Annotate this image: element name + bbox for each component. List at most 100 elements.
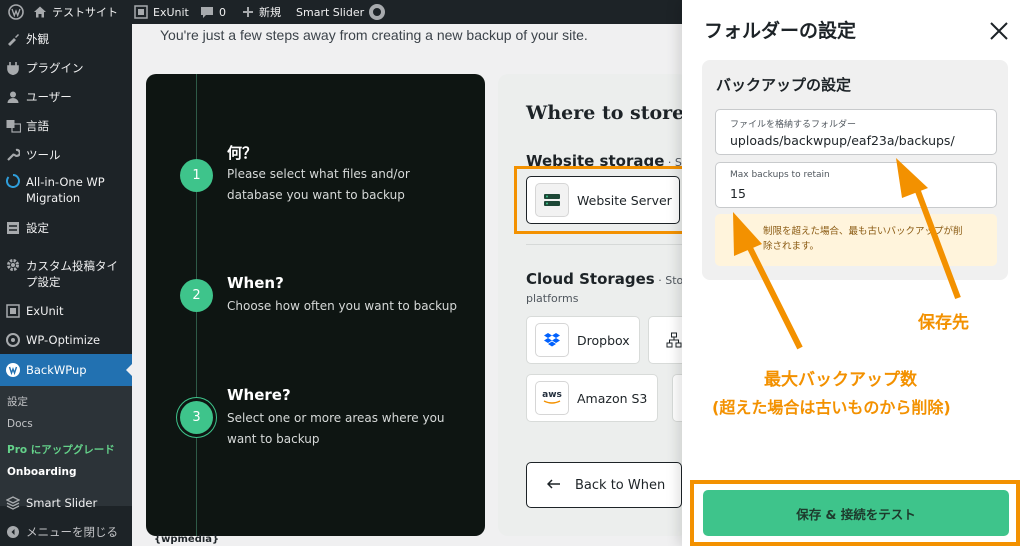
step-title: When? — [227, 274, 284, 292]
comment-icon — [200, 5, 214, 19]
submenu-onboarding[interactable]: Onboarding — [7, 466, 77, 478]
sidebar-item-label: 言語 — [26, 119, 49, 133]
language-icon — [0, 119, 26, 133]
comments-count: 0 — [219, 5, 226, 19]
sidebar-item-backwpup[interactable]: BackWPup — [0, 354, 133, 386]
steps-panel: 1 何？ Please select what files and/or dat… — [146, 74, 485, 536]
sidebar-item-label: 外観 — [26, 32, 49, 46]
migration-icon — [0, 174, 26, 188]
collapse-menu-button[interactable]: メニューを閉じる — [0, 521, 132, 543]
dropbox-label: Dropbox — [577, 332, 630, 348]
exunit-icon — [0, 304, 26, 318]
dropbox-option[interactable]: Dropbox — [526, 316, 640, 364]
sidebar-item-language[interactable]: 言語 — [0, 115, 132, 137]
sidebar-item-migration[interactable]: All-in-One WP Migration — [0, 172, 132, 210]
backwpup-submenu: 設定 Docs Pro にアップグレード Onboarding — [0, 386, 132, 506]
step-title: 何？ — [227, 144, 258, 162]
sidebar-item-label: ExUnit — [26, 304, 64, 318]
sidebar-item-plugins[interactable]: プラグイン — [0, 57, 132, 79]
sidebar-item-custom-post-type[interactable]: カスタム投稿タイプ設定 — [0, 256, 132, 294]
comments-link[interactable]: 0 — [200, 0, 226, 24]
retention-note: 制限を超えた場合、最も古いバックアップが削 除されます。 — [715, 214, 997, 266]
step-number-badge-active: 3 — [180, 401, 213, 434]
submenu-docs[interactable]: Docs — [7, 418, 33, 430]
new-content-link[interactable]: 新規 — [242, 0, 281, 24]
step-number-badge: 1 — [180, 159, 213, 192]
max-backups-label: Max backups to retain — [730, 170, 830, 180]
amazon-s3-label: Amazon S3 — [577, 390, 648, 406]
plugins-icon — [0, 61, 26, 75]
divider — [526, 244, 688, 245]
backup-settings-card: バックアップの設定 ファイルを格納するフォルダー Max backups to … — [702, 60, 1008, 280]
exunit-label: ExUnit — [153, 5, 189, 19]
folder-field[interactable]: ファイルを格納するフォルダー — [715, 109, 997, 155]
back-to-when-label: Back to When — [575, 477, 666, 493]
step-title: Where? — [227, 386, 291, 404]
highlight-website-server — [514, 166, 690, 234]
slider-icon — [0, 496, 26, 510]
sidebar-item-appearance[interactable]: 外観 — [0, 28, 132, 50]
sidebar-item-label: BackWPup — [26, 363, 87, 377]
admin-sidebar: 外観 プラグイン ユーザー 言語 ツール All-in-One WP Migra… — [0, 24, 133, 546]
step-number-badge: 2 — [180, 279, 213, 312]
settings-icon — [0, 221, 26, 235]
step-description: Please select what files and/or database… — [227, 167, 410, 202]
amazon-s3-option[interactable]: aws Amazon S3 — [526, 374, 658, 422]
new-label: 新規 — [259, 6, 281, 19]
optimize-bar-icon[interactable] — [368, 0, 386, 24]
panel-title: フォルダーの設定 — [704, 20, 857, 42]
folder-field-label: ファイルを格納するフォルダー — [730, 120, 857, 130]
wordpress-logo-icon[interactable] — [8, 0, 24, 24]
appearance-icon — [0, 32, 26, 46]
home-icon — [33, 5, 47, 19]
gear-icon — [0, 258, 26, 272]
storage-heading: Where to store y — [526, 102, 688, 124]
plus-icon — [242, 6, 254, 18]
close-icon[interactable] — [988, 20, 1010, 42]
dropbox-icon — [535, 323, 569, 357]
site-name-link[interactable]: テストサイト — [33, 0, 118, 24]
max-backups-input[interactable] — [730, 186, 990, 201]
exunit-link[interactable]: ExUnit — [134, 0, 189, 24]
exunit-icon — [134, 5, 148, 19]
step-description: Select one or more areas where you want … — [227, 411, 445, 446]
sidebar-item-label: ユーザー — [26, 90, 72, 104]
collapse-icon — [0, 525, 26, 539]
sidebar-item-label: All-in-One WP Migration — [26, 175, 105, 205]
sidebar-item-label: WP-Optimize — [26, 333, 101, 347]
tools-icon — [0, 148, 26, 162]
sidebar-item-exunit[interactable]: ExUnit — [0, 300, 132, 322]
aws-icon: aws — [535, 381, 569, 415]
intro-text: You're just a few steps away from creati… — [160, 27, 588, 43]
users-icon — [0, 90, 26, 104]
submenu-settings[interactable]: 設定 — [7, 394, 28, 409]
sidebar-item-users[interactable]: ユーザー — [0, 86, 132, 108]
step-description: Choose how often you want to backup — [227, 299, 457, 313]
storage-panel: Where to store y Website storage · Stor … — [498, 74, 688, 536]
back-to-when-button[interactable]: Back to When — [526, 462, 682, 508]
smart-slider-label: Smart Slider — [296, 5, 365, 19]
sidebar-item-smart-slider[interactable]: Smart Slider — [0, 492, 132, 514]
annotation-save-location: 保存先 — [918, 313, 969, 333]
optimize-icon — [0, 333, 26, 347]
max-backups-field[interactable]: Max backups to retain — [715, 162, 997, 208]
folder-input[interactable] — [730, 133, 990, 148]
sidebar-item-label: プラグイン — [26, 61, 84, 75]
cloud-storages-title: Cloud Storages · Store — [526, 270, 688, 288]
sidebar-item-tools[interactable]: ツール — [0, 144, 132, 166]
site-name: テストサイト — [52, 6, 118, 19]
arrow-left-icon — [546, 478, 561, 493]
smart-slider-link[interactable]: Smart Slider — [296, 0, 364, 24]
sidebar-item-settings[interactable]: 設定 — [0, 217, 132, 239]
card-title: バックアップの設定 — [716, 76, 852, 94]
submenu-upgrade-pro[interactable]: Pro にアップグレード — [7, 442, 115, 457]
sidebar-item-wp-optimize[interactable]: WP-Optimize — [0, 329, 132, 351]
wpmedia-logo: {wpmedia} — [154, 534, 220, 545]
sidebar-item-label: 設定 — [26, 221, 49, 235]
sidebar-item-label: メニューを閉じる — [26, 525, 118, 539]
backwpup-icon — [0, 362, 26, 378]
current-indicator — [126, 363, 133, 377]
sidebar-item-label: Smart Slider — [26, 496, 98, 510]
cloud-storages-hint: platforms — [526, 292, 579, 305]
sidebar-item-label: ツール — [26, 148, 61, 162]
